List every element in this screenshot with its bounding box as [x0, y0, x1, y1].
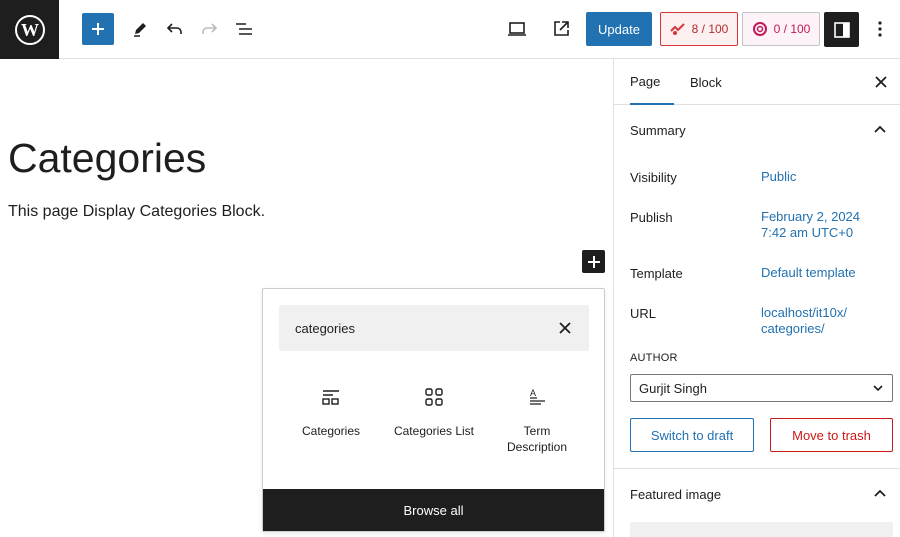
move-to-trash-button[interactable]: Move to trash: [770, 418, 893, 452]
svg-text:W: W: [21, 20, 39, 40]
url-label: URL: [630, 306, 657, 321]
chevron-down-icon: [873, 385, 883, 392]
block-option-categories[interactable]: Categories: [281, 385, 381, 439]
visibility-label: Visibility: [630, 170, 677, 185]
editor-toolbar: W Update 8 / 100 0 / 100: [0, 0, 900, 59]
block-option-label: Categories: [301, 424, 361, 438]
sidebar-tabs: Page Block: [614, 59, 900, 105]
block-option-label: Term Description: [506, 424, 568, 454]
inline-block-inserter-button[interactable]: [582, 250, 605, 273]
page-title[interactable]: Categories: [8, 135, 206, 182]
wordpress-logo-icon: W: [14, 14, 45, 45]
switch-to-draft-button[interactable]: Switch to draft: [630, 418, 754, 452]
featured-image-heading[interactable]: Featured image: [630, 487, 721, 502]
publish-date-button[interactable]: February 2, 2024 7:42 am UTC+0: [761, 209, 860, 241]
featured-image-placeholder[interactable]: [630, 522, 893, 537]
readability-score-value: 0 / 100: [773, 22, 811, 36]
wordpress-logo-button[interactable]: W: [0, 0, 59, 59]
update-button[interactable]: Update: [586, 12, 652, 46]
options-menu-button[interactable]: [864, 13, 896, 45]
block-option-categories-list[interactable]: Categories List: [384, 385, 484, 439]
view-page-button[interactable]: [545, 13, 577, 45]
author-select[interactable]: Gurjit Singh: [630, 374, 893, 402]
url-line-2: categories/: [761, 321, 825, 336]
block-option-label: Categories List: [393, 424, 475, 438]
block-search-input[interactable]: categories: [279, 305, 589, 351]
seo-score-button[interactable]: 8 / 100: [660, 12, 738, 46]
editor-canvas: Categories This page Display Categories …: [0, 59, 613, 537]
undo-icon: [166, 23, 182, 34]
readability-score-icon: [752, 22, 767, 36]
more-vertical-icon: [878, 21, 882, 37]
redo-icon: [202, 23, 218, 34]
tab-block[interactable]: Block: [690, 59, 722, 105]
settings-sidebar-toggle[interactable]: [824, 12, 859, 47]
seo-score-value: 8 / 100: [691, 22, 729, 36]
term-description-icon: A: [530, 388, 545, 405]
list-view-button[interactable]: [228, 13, 260, 45]
close-icon: [559, 322, 571, 334]
svg-text:A: A: [530, 388, 536, 398]
readability-score-button[interactable]: 0 / 100: [742, 12, 820, 46]
visibility-value[interactable]: Public: [761, 169, 796, 185]
template-value[interactable]: Default template: [761, 265, 856, 281]
list-view-icon: [236, 23, 252, 35]
author-label: AUTHOR: [630, 352, 678, 364]
plus-icon: [587, 255, 600, 268]
block-search-value: categories: [295, 320, 355, 336]
publish-time: 7:42 am UTC+0: [761, 225, 854, 240]
featured-image-collapse-button[interactable]: [872, 485, 888, 501]
author-selected-value: Gurjit Singh: [639, 380, 707, 396]
settings-sidebar: Page Block Summary Visibility Public Pub…: [613, 59, 900, 537]
close-icon: [875, 76, 887, 88]
pencil-icon: [134, 23, 146, 37]
publish-date: February 2, 2024: [761, 209, 861, 224]
sidebar-icon: [833, 21, 850, 38]
clear-search-button[interactable]: [555, 318, 575, 338]
block-option-term-description[interactable]: A Term Description: [487, 385, 587, 455]
browse-all-button[interactable]: Browse all: [263, 489, 604, 531]
close-sidebar-button[interactable]: [871, 72, 891, 92]
chevron-up-icon: [874, 125, 886, 133]
quick-inserter-popover: categories Categories Categories List A …: [262, 288, 605, 532]
template-label: Template: [630, 266, 683, 281]
tools-button[interactable]: [124, 13, 156, 45]
section-divider: [614, 468, 900, 469]
laptop-icon: [508, 22, 526, 36]
tab-page[interactable]: Page: [630, 59, 674, 105]
url-value[interactable]: localhost/it10x/ categories/: [761, 305, 847, 337]
publish-label: Publish: [630, 210, 673, 225]
seo-score-icon: [669, 23, 685, 35]
external-link-icon: [554, 21, 569, 36]
grid-icon: [425, 388, 443, 406]
summary-collapse-button[interactable]: [872, 121, 888, 137]
plus-icon: [92, 23, 104, 35]
categories-icon: [322, 390, 339, 405]
chevron-up-icon: [874, 489, 886, 497]
paragraph-block[interactable]: This page Display Categories Block.: [8, 203, 265, 221]
redo-button[interactable]: [193, 13, 225, 45]
block-inserter-toggle[interactable]: [82, 13, 114, 45]
preview-button[interactable]: [501, 13, 533, 45]
url-line-1: localhost/it10x/: [761, 305, 847, 320]
undo-button[interactable]: [159, 13, 191, 45]
summary-heading[interactable]: Summary: [630, 123, 686, 138]
